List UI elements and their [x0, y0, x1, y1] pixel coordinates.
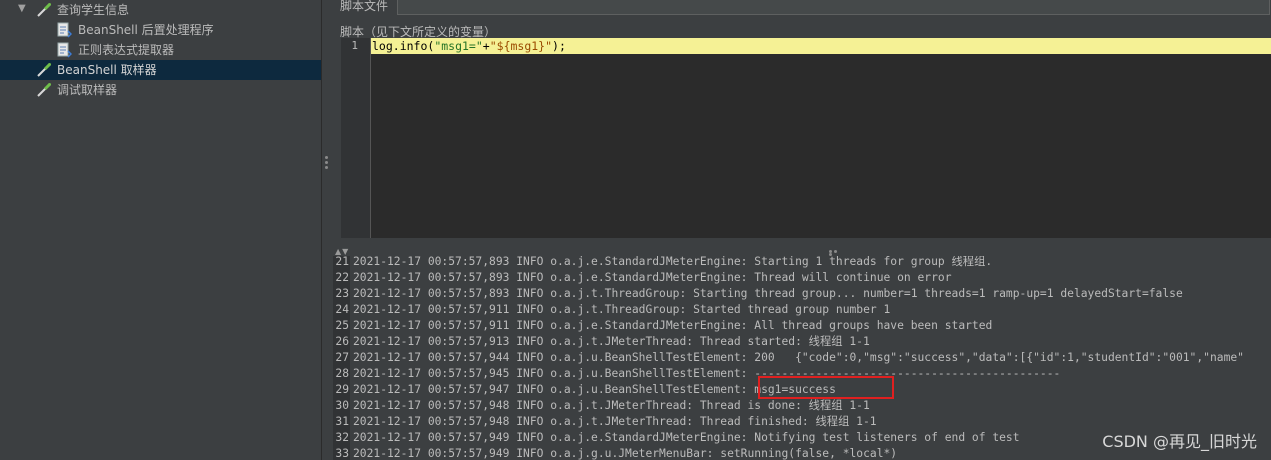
log-line-text: 2021-12-17 00:57:57,948 INFO o.a.j.t.JMe…	[353, 399, 870, 412]
tree-item-beanshell-postprocessor[interactable]: BeanShell 后置处理程序	[0, 20, 321, 40]
sampler-pipette-icon	[36, 82, 52, 98]
tree-item-label: 正则表达式提取器	[78, 43, 175, 57]
test-plan-tree: ▼ 查询学生信息 BeanShell 后置处理程序 正则表达式提取器 BeanS…	[0, 0, 321, 460]
script-editor[interactable]: 1 log.info("msg1="+"${msg1}");	[341, 38, 1271, 238]
tree-item-regex-extractor[interactable]: 正则表达式提取器	[0, 40, 321, 60]
log-line-text: 2021-12-17 00:57:57,893 INFO o.a.j.e.Sta…	[353, 271, 952, 284]
tree-item-label: BeanShell 后置处理程序	[78, 23, 214, 37]
tree-item-debug-sampler[interactable]: 调试取样器	[0, 80, 321, 100]
log-line-text: 2021-12-17 00:57:57,911 INFO o.a.j.e.Sta…	[353, 319, 993, 332]
log-line-number: 26	[335, 335, 349, 348]
log-line-number: 22	[335, 271, 349, 284]
log-line: 25 2021-12-17 00:57:57,911 INFO o.a.j.e.S…	[333, 318, 1271, 334]
line-number-gutter: 1	[341, 38, 371, 238]
log-line-number: 21	[335, 256, 349, 268]
log-line-number: 28	[335, 367, 349, 380]
code-operator: +	[482, 39, 490, 53]
log-line-number: 27	[335, 351, 349, 364]
drag-handle-icon[interactable]	[325, 156, 329, 171]
script-document-icon	[56, 22, 73, 38]
log-line: 23 2021-12-17 00:57:57,893 INFO o.a.j.t.T…	[333, 286, 1271, 302]
tree-item-beanshell-sampler[interactable]: BeanShell 取样器	[0, 60, 321, 80]
chevron-down-icon[interactable]: ▼	[18, 2, 28, 16]
log-line: 24 2021-12-17 00:57:57,911 INFO o.a.j.t.T…	[333, 302, 1271, 318]
horizontal-splitter[interactable]: ▲▼	[333, 247, 1271, 256]
log-line-number: 33	[335, 447, 349, 460]
log-line: 21 2021-12-17 00:57:57,893 INFO o.a.j.e.S…	[333, 256, 1271, 270]
log-line-number: 31	[335, 415, 349, 428]
log-line-text: 2021-12-17 00:57:57,949 INFO o.a.j.e.Sta…	[353, 431, 1020, 444]
log-line: 30 2021-12-17 00:57:57,948 INFO o.a.j.t.J…	[333, 398, 1271, 414]
log-line-text: 2021-12-17 00:57:57,911 INFO o.a.j.t.Thr…	[353, 303, 891, 316]
tree-item-query-student[interactable]: ▼ 查询学生信息	[0, 0, 321, 20]
drag-handle-icon[interactable]	[829, 250, 843, 256]
sampler-pipette-icon	[36, 2, 52, 18]
log-line: 22 2021-12-17 00:57:57,893 INFO o.a.j.e.S…	[333, 270, 1271, 286]
collapse-arrows-icon[interactable]: ▲▼	[335, 247, 349, 256]
log-line-text: 2021-12-17 00:57:57,945 INFO o.a.j.u.Bea…	[353, 367, 1061, 380]
log-line-number: 29	[335, 383, 349, 396]
log-line: 26 2021-12-17 00:57:57,913 INFO o.a.j.t.J…	[333, 334, 1271, 350]
log-line-number: 30	[335, 399, 349, 412]
log-line-number: 32	[335, 431, 349, 444]
script-file-label: 脚本文件	[340, 0, 389, 13]
log-line-number: 23	[335, 287, 349, 300]
code-string: "msg1="	[434, 39, 483, 53]
log-line-text: 2021-12-17 00:57:57,949 INFO o.a.j.g.u.J…	[353, 447, 898, 460]
code-call: log.info(	[372, 39, 435, 53]
log-line-number: 25	[335, 319, 349, 332]
code-line[interactable]: log.info("msg1="+"${msg1}");	[372, 39, 566, 53]
log-line-text: 2021-12-17 00:57:57,893 INFO o.a.j.t.Thr…	[353, 287, 1183, 300]
script-file-input[interactable]	[397, 0, 1270, 15]
vertical-splitter[interactable]	[321, 0, 333, 460]
tree-item-label: 调试取样器	[57, 83, 118, 97]
log-line: 27 2021-12-17 00:57:57,944 INFO o.a.j.u.B…	[333, 350, 1271, 366]
annotation-highlight-box	[758, 376, 894, 399]
sampler-pipette-icon	[36, 62, 52, 78]
log-line-number: 24	[335, 303, 349, 316]
log-line-text: 2021-12-17 00:57:57,948 INFO o.a.j.t.JMe…	[353, 415, 877, 428]
log-line-text: 2021-12-17 00:57:57,913 INFO o.a.j.t.JMe…	[353, 335, 870, 348]
code-suffix: );	[552, 39, 566, 53]
code-string: "${msg1}"	[489, 39, 553, 53]
tree-item-label: 查询学生信息	[57, 3, 130, 17]
script-document-icon	[56, 42, 73, 58]
watermark: CSDN @再见_旧时光	[1102, 432, 1257, 451]
script-panel: 脚本文件 脚本（见下文所定义的变量） 1 log.info("msg1="+"$…	[333, 0, 1271, 460]
log-line-text: 2021-12-17 00:57:57,893 INFO o.a.j.e.Sta…	[353, 256, 993, 268]
tree-item-label: BeanShell 取样器	[57, 63, 157, 77]
line-number: 1	[351, 39, 358, 52]
log-line-text: 2021-12-17 00:57:57,944 INFO o.a.j.u.Bea…	[353, 351, 1244, 364]
